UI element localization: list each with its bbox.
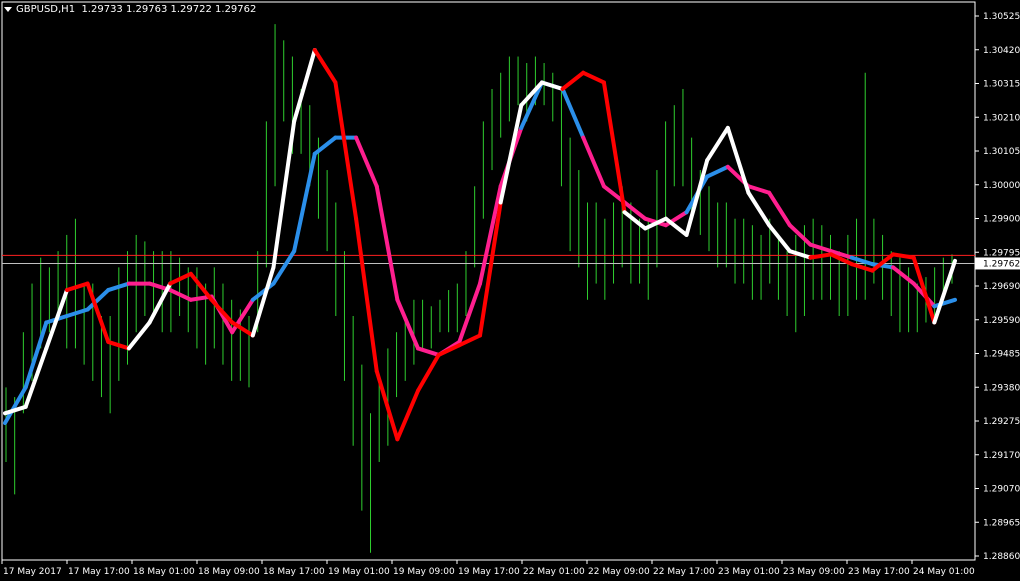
time-tick-label: 22 May 09:00 [588, 567, 650, 577]
fast-ma-segment [725, 125, 751, 195]
price-tick-label: 1.30000 [983, 181, 1020, 191]
fast-ma-segment [292, 48, 317, 124]
fast-ma-segment [684, 158, 710, 237]
fast-ma-segment [147, 281, 173, 325]
time-tick-label: 19 May 17:00 [458, 567, 520, 577]
slow-ma-segment [374, 184, 400, 302]
time-tick-label: 23 May 17:00 [848, 567, 910, 577]
price-tick-label: 1.29690 [983, 282, 1020, 292]
time-tick-label: 17 May 2017 [3, 567, 62, 577]
slow-ma-segment [312, 135, 338, 156]
fast-ma-segment [333, 80, 359, 221]
fast-ma-segment [932, 258, 957, 325]
fast-ma-segment [354, 216, 379, 374]
fast-ma-segment [250, 265, 276, 338]
price-tick-label: 1.30315 [983, 80, 1020, 90]
slow-ma-segment [767, 190, 792, 228]
chart-header: GBPUSD,H1 1.29733 1.29763 1.29722 1.2976… [4, 4, 256, 15]
slow-ma-segment [519, 80, 544, 130]
slow-ma-segment [891, 265, 916, 286]
price-tick-label: 1.29275 [983, 417, 1020, 427]
time-tick-label: 19 May 09:00 [393, 567, 455, 577]
dropdown-arrow-icon[interactable] [4, 6, 12, 12]
slow-ma-segment [457, 281, 482, 344]
slow-ma-segment [292, 151, 317, 254]
symbol-timeframe: GBPUSD,H1 [16, 4, 76, 15]
slow-ma-segment [395, 297, 421, 351]
time-tick-label: 23 May 09:00 [783, 567, 845, 577]
chart-window[interactable]: 1.30525 1.30420 1.30315 1.30210 1.30105 1.300… [0, 0, 1020, 581]
time-tick-label: 24 May 01:00 [913, 567, 975, 577]
slow-ma-segment [705, 164, 730, 179]
fast-ma-segment [416, 352, 441, 393]
fast-ma-segment [560, 70, 586, 91]
time-tick-label: 18 May 09:00 [198, 567, 260, 577]
fast-ma-segment [126, 320, 152, 351]
time-tick-label: 23 May 01:00 [718, 567, 780, 577]
bid-price-label: 1.29762 [983, 259, 1020, 269]
price-tick-label: 1.29795 [983, 248, 1020, 258]
price-tick-label: 1.29590 [983, 316, 1020, 326]
price-tick-label: 1.29900 [983, 215, 1020, 225]
fast-ma-segment [705, 125, 730, 163]
fast-ma-segment [767, 223, 792, 254]
fast-ma-segment [663, 216, 689, 237]
price-tick-label: 1.30525 [983, 12, 1020, 22]
price-tick-label: 1.29170 [983, 451, 1020, 461]
fast-ma-segment [374, 369, 400, 442]
fast-ma-segment [312, 48, 338, 85]
slow-ma-segment [932, 297, 957, 309]
fast-ma-segment [746, 190, 772, 228]
slow-ma-segment [746, 184, 772, 195]
price-tick-label: 1.28860 [983, 552, 1020, 562]
time-tick-label: 17 May 17:00 [68, 567, 130, 577]
fast-ma-segment [271, 119, 297, 270]
time-tick-label: 22 May 01:00 [523, 567, 585, 577]
slow-ma-segment [560, 86, 586, 140]
fast-ma-segment [498, 103, 524, 205]
time-tick-label: 19 May 01:00 [328, 567, 390, 577]
ohlc-readout: 1.29733 1.29763 1.29722 1.29762 [81, 4, 257, 15]
fast-ma-segment [581, 70, 606, 85]
slow-ma-segment [3, 385, 28, 426]
price-tick-label: 1.29070 [983, 485, 1020, 495]
price-chart[interactable]: 1.30525 1.30420 1.30315 1.30210 1.30105 1.300… [0, 0, 1020, 581]
fast-ma-segment [787, 249, 813, 260]
slow-ma-segment [416, 346, 441, 357]
price-tick-label: 1.30105 [983, 147, 1020, 157]
price-tick-label: 1.30420 [983, 46, 1020, 56]
slow-ma-segment [787, 223, 813, 247]
time-tick-label: 18 May 01:00 [133, 567, 195, 577]
slow-ma-segment [581, 135, 606, 189]
price-tick-label: 1.30210 [983, 113, 1020, 123]
time-tick-label: 22 May 17:00 [653, 567, 715, 577]
slow-ma-segment [354, 135, 379, 189]
fast-ma-segment [395, 388, 421, 442]
price-tick-label: 1.28965 [983, 518, 1020, 528]
fast-ma-segment [188, 271, 214, 302]
time-tick-label: 18 May 17:00 [263, 567, 325, 577]
price-tick-label: 1.29485 [983, 350, 1020, 360]
price-tick-label: 1.29380 [983, 383, 1020, 393]
